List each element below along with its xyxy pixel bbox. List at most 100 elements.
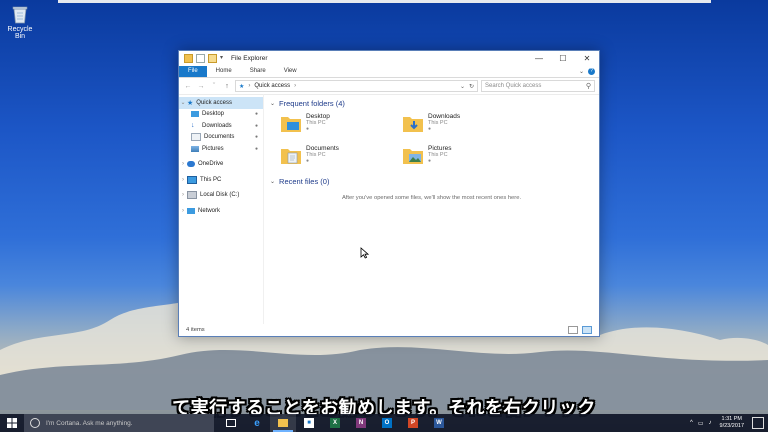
address-field[interactable]: ★ › Quick access › ⌄ ↻ [235,80,478,92]
sidebar-item-documents[interactable]: Documents ● [179,132,263,144]
store-app-button[interactable]: ■ [296,414,322,432]
tab-share[interactable]: Share [241,66,275,77]
section-title: Frequent folders (4) [279,98,345,108]
taskbar: I'm Cortana. Ask me anything. e ■ X N O … [0,414,768,432]
explorer-app-icon [184,54,193,63]
details-view-icon[interactable] [568,326,578,334]
chevron-right-icon[interactable]: › [179,192,187,198]
forward-button[interactable]: → [196,83,206,90]
window-title: File Explorer [231,55,268,62]
recycle-bin-shortcut[interactable]: Recycle Bin [2,4,38,40]
tab-view[interactable]: View [275,66,306,77]
folder-tile-desktop[interactable]: Desktop This PC ● [280,113,402,141]
clock[interactable]: 1:31 PM 9/23/2017 [717,416,747,430]
pin-icon: ● [254,111,258,118]
network-icon[interactable]: ▭ [698,420,704,427]
back-button[interactable]: ← [183,83,193,90]
downloads-folder-icon [402,113,424,133]
sidebar-item-label: This PC [200,176,222,183]
folder-icon [278,419,288,427]
search-input[interactable]: Search Quick access ⚲ [481,80,595,92]
recent-files-empty-message: After you've opened some files, we'll sh… [341,195,522,201]
powerpoint-app-button[interactable]: P [400,414,426,432]
excel-app-button[interactable]: X [322,414,348,432]
sidebar-item-onedrive[interactable]: › OneDrive [179,159,263,171]
folder-tile-documents[interactable]: Documents This PC ● [280,145,402,173]
folder-location: This PC [428,152,448,158]
sidebar-item-this-pc[interactable]: › This PC [179,174,263,186]
sidebar-item-local-disk[interactable]: › Local Disk (C:) [179,190,263,202]
outlook-app-button[interactable]: O [374,414,400,432]
pin-icon: ● [428,158,432,164]
star-icon: ★ [187,99,194,107]
properties-icon[interactable] [196,54,205,63]
minimize-button[interactable]: — [527,51,551,66]
download-arrow-icon: ↓ [191,121,195,129]
maximize-button[interactable]: ☐ [551,51,575,66]
large-icons-view-icon[interactable] [582,326,592,334]
start-button[interactable] [0,414,24,432]
edge-icon: e [254,417,260,429]
chevron-right-icon[interactable]: › [179,161,187,167]
close-button[interactable]: ✕ [575,51,599,66]
sidebar-item-network[interactable]: › Network [179,205,263,217]
sidebar-item-label: Quick access [196,99,232,106]
sidebar-item-desktop[interactable]: Desktop ● [179,109,263,121]
word-app-button[interactable]: W [426,414,452,432]
file-explorer-window[interactable]: ▾ File Explorer — ☐ ✕ File Home Share Vi… [178,50,600,337]
cortana-search-box[interactable]: I'm Cortana. Ask me anything. [24,414,214,432]
chevron-right-icon[interactable]: › [179,177,187,183]
tab-home[interactable]: Home [207,66,241,77]
chevron-down-icon[interactable]: ▾ [220,55,225,62]
task-view-button[interactable] [218,414,244,432]
section-title: Recent files (0) [279,176,330,186]
volume-icon[interactable]: ♪ [709,420,712,426]
breadcrumb-chevron-icon: › [248,83,251,89]
pin-icon: ● [306,158,310,164]
desktop-folder-icon [191,111,199,118]
edge-app-button[interactable]: e [244,414,270,432]
folder-tile-downloads[interactable]: Downloads This PC ● [402,113,524,141]
file-explorer-app-button[interactable] [270,414,296,432]
outlook-icon: O [382,418,392,428]
tab-file[interactable]: File [179,66,207,77]
onenote-icon: N [356,418,366,428]
sidebar-item-label: Desktop [202,111,225,118]
chevron-down-icon[interactable]: ⌄ [270,100,275,107]
sidebar-item-pictures[interactable]: Pictures ● [179,143,263,155]
task-view-icon [226,419,236,427]
documents-folder-icon [280,145,302,165]
navigation-pane: ⌄ ★ Quick access Desktop ● ↓ Downloads ●… [179,94,264,324]
recent-locations-button[interactable]: ˇ [209,83,219,90]
cortana-icon [30,418,40,428]
item-count: 4 items [186,327,205,333]
address-dropdown-icon[interactable]: ⌄ [460,83,465,90]
documents-icon [191,133,201,142]
frequent-folders-grid: Desktop This PC ● Downloads This PC ● Do… [270,113,593,173]
chevron-up-icon[interactable]: ^ [690,420,693,426]
breadcrumb[interactable]: Quick access [254,83,290,89]
sidebar-item-downloads[interactable]: ↓ Downloads ● [179,120,263,132]
recent-files-header[interactable]: ⌄ Recent files (0) [270,175,593,187]
chevron-down-icon[interactable]: ⌄ [270,178,275,185]
chevron-right-icon[interactable]: › [179,208,187,214]
system-tray: ^ ▭ ♪ 1:31 PM 9/23/2017 [690,416,768,430]
onenote-app-button[interactable]: N [348,414,374,432]
frequent-folders-header[interactable]: ⌄ Frequent folders (4) [270,97,593,109]
refresh-icon[interactable]: ↻ [469,83,474,90]
address-bar-row: ← → ˇ ↑ ★ › Quick access › ⌄ ↻ Search Qu… [179,78,599,95]
pin-icon: ● [254,122,258,129]
sidebar-item-label: Pictures [202,145,224,152]
folder-tile-pictures[interactable]: Pictures This PC ● [402,145,524,173]
up-button[interactable]: ↑ [222,83,232,90]
action-center-icon[interactable] [752,417,764,429]
new-folder-icon[interactable] [208,54,217,63]
clock-date: 9/23/2017 [719,423,744,429]
title-bar[interactable]: ▾ File Explorer — ☐ ✕ [179,51,599,66]
chevron-down-icon[interactable]: ⌄ [179,99,187,106]
onedrive-cloud-icon [187,161,195,168]
expand-ribbon-icon[interactable]: ⌄ [579,68,584,75]
help-icon[interactable]: ? [588,68,595,75]
network-icon [187,207,195,214]
sidebar-item-quick-access[interactable]: ⌄ ★ Quick access [179,97,263,109]
